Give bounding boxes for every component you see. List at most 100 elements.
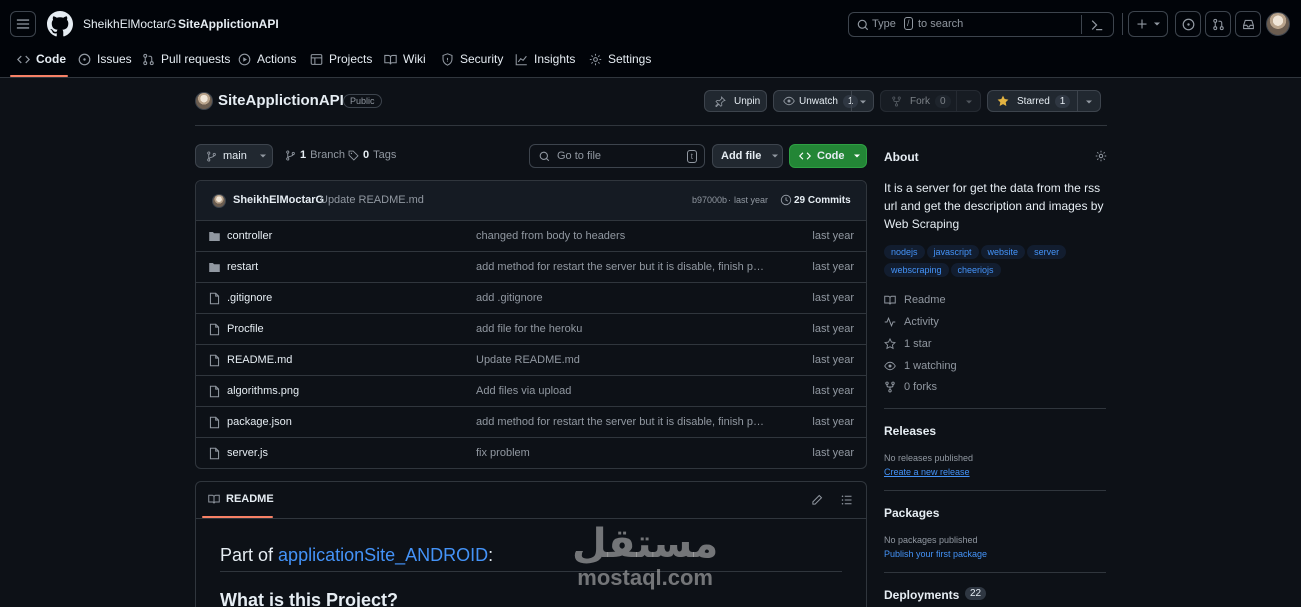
packages-title[interactable]: Packages bbox=[884, 506, 939, 520]
gear-icon[interactable] bbox=[1095, 150, 1107, 162]
go-to-file-input[interactable]: Go to file t bbox=[529, 144, 705, 168]
starred-button[interactable]: Starred 1 bbox=[987, 90, 1101, 112]
tab-wiki[interactable]: Wiki bbox=[384, 52, 426, 66]
releases-title[interactable]: Releases bbox=[884, 424, 936, 438]
file-commit-message[interactable]: changed from body to headers bbox=[476, 230, 766, 242]
forks-link[interactable]: 0 forks bbox=[884, 381, 937, 393]
branch-selector[interactable]: main bbox=[195, 144, 273, 168]
topic-tag[interactable]: javascript bbox=[926, 245, 979, 259]
file-commit-message[interactable]: fix problem bbox=[476, 447, 766, 459]
chevron-down-icon bbox=[966, 100, 972, 104]
activity-link[interactable]: Activity bbox=[884, 316, 939, 328]
file-row[interactable]: package.json add method for restart the s… bbox=[196, 407, 866, 438]
file-row[interactable]: algorithms.png Add files via upload last y… bbox=[196, 376, 866, 407]
tab-label: Insights bbox=[534, 52, 576, 66]
file-commit-date: last year bbox=[812, 230, 854, 242]
file-name[interactable]: .gitignore bbox=[227, 292, 272, 304]
activity-link-label: Activity bbox=[904, 316, 939, 328]
file-name[interactable]: Procfile bbox=[227, 323, 264, 335]
commit-hash[interactable]: b97000b bbox=[692, 195, 727, 205]
readme-panel: README Part of applicationSite_ANDROID: … bbox=[195, 481, 867, 607]
repo-title[interactable]: SiteApplictionAPI bbox=[218, 92, 344, 109]
topic-list: nodejs javascript website server webscraping… bbox=[884, 244, 1106, 280]
pull-requests-shortcut-button[interactable] bbox=[1205, 11, 1231, 37]
command-palette-icon[interactable] bbox=[1090, 18, 1104, 32]
unpin-button[interactable]: Unpin bbox=[704, 90, 767, 112]
deployments-count: 22 bbox=[965, 587, 987, 600]
tab-pull-requests[interactable]: Pull requests bbox=[142, 52, 230, 66]
header-divider bbox=[1122, 13, 1123, 35]
file-commit-message[interactable]: Add files via upload bbox=[476, 385, 766, 397]
pencil-icon[interactable] bbox=[811, 494, 823, 506]
topic-tag[interactable]: cheeriojs bbox=[950, 263, 1001, 277]
book-icon bbox=[208, 494, 220, 504]
file-row[interactable]: .gitignore add .gitignore last year bbox=[196, 283, 866, 314]
fork-button[interactable]: Fork 0 bbox=[880, 90, 981, 112]
search-input[interactable]: Type / to search bbox=[848, 12, 1114, 37]
about-description: It is a server for get the data from the… bbox=[884, 181, 1104, 231]
create-release-link[interactable]: Create a new release bbox=[884, 467, 970, 477]
file-name[interactable]: algorithms.png bbox=[227, 385, 299, 397]
issues-shortcut-button[interactable] bbox=[1175, 11, 1201, 37]
file-commit-message[interactable]: add .gitignore bbox=[476, 292, 766, 304]
file-name[interactable]: restart bbox=[227, 261, 258, 273]
commit-author[interactable]: SheikhElMoctarG bbox=[233, 194, 324, 206]
list-outline-icon[interactable] bbox=[841, 494, 853, 506]
code-button[interactable]: Code bbox=[789, 144, 867, 168]
file-row[interactable]: README.md Update README.md last year bbox=[196, 345, 866, 376]
readme-link[interactable]: Readme bbox=[884, 294, 946, 306]
menu-button[interactable] bbox=[10, 11, 36, 37]
inbox-button[interactable] bbox=[1235, 11, 1261, 37]
repo-link[interactable]: SiteApplictionAPI bbox=[178, 17, 279, 31]
watchers-link[interactable]: 1 watching bbox=[884, 360, 957, 372]
commit-message[interactable]: Update README.md bbox=[320, 194, 424, 206]
branches-link[interactable]: 1 Branch bbox=[285, 149, 345, 161]
stars-link[interactable]: 1 star bbox=[884, 338, 932, 350]
star-fill-icon bbox=[997, 95, 1009, 106]
tab-settings[interactable]: Settings bbox=[589, 52, 651, 66]
readme-heading-rule bbox=[220, 571, 842, 572]
commits-link[interactable]: 29 Commits bbox=[794, 195, 851, 206]
readme-heading-link[interactable]: applicationSite_ANDROID bbox=[278, 545, 488, 565]
file-name[interactable]: package.json bbox=[227, 416, 292, 428]
topic-tag[interactable]: webscraping bbox=[884, 263, 949, 277]
search-icon bbox=[857, 19, 869, 31]
file-row[interactable]: restart add method for restart the server… bbox=[196, 252, 866, 283]
fork-label: Fork bbox=[910, 95, 930, 107]
github-logo[interactable] bbox=[47, 11, 73, 37]
file-row[interactable]: server.js fix problem last year bbox=[196, 438, 866, 468]
file-row[interactable]: controller changed from body to headers la… bbox=[196, 221, 866, 252]
unwatch-button[interactable]: Unwatch 1 bbox=[773, 90, 874, 112]
file-commit-message[interactable]: Update README.md bbox=[476, 354, 766, 366]
tab-actions[interactable]: Actions bbox=[238, 52, 296, 66]
readme-tab[interactable]: README bbox=[208, 493, 274, 505]
topic-tag[interactable]: server bbox=[1027, 245, 1067, 259]
owner-link[interactable]: SheikhElMoctarG bbox=[83, 17, 176, 31]
add-file-button[interactable]: Add file bbox=[712, 144, 783, 168]
commit-author-avatar[interactable] bbox=[212, 194, 226, 208]
file-name[interactable]: controller bbox=[227, 230, 272, 242]
tags-link[interactable]: 0 Tags bbox=[348, 149, 396, 161]
tab-code[interactable]: Code bbox=[17, 52, 66, 66]
tab-security[interactable]: Security bbox=[441, 52, 503, 66]
topic-tag[interactable]: website bbox=[980, 245, 1026, 259]
publish-package-link[interactable]: Publish your first package bbox=[884, 549, 987, 559]
topic-tag[interactable]: nodejs bbox=[884, 245, 925, 259]
file-name[interactable]: README.md bbox=[227, 354, 292, 366]
file-commit-message[interactable]: add method for restart the server but it… bbox=[476, 261, 766, 273]
file-commit-message[interactable]: add method for restart the server but it… bbox=[476, 416, 766, 428]
add-file-label: Add file bbox=[721, 150, 762, 162]
chevron-down-icon bbox=[1153, 22, 1160, 26]
file-commit-message[interactable]: add file for the heroku bbox=[476, 323, 766, 335]
pulse-icon bbox=[884, 316, 896, 328]
user-avatar[interactable] bbox=[1266, 12, 1290, 36]
commit-separator: · bbox=[728, 195, 731, 205]
file-row[interactable]: Procfile add file for the heroku last year bbox=[196, 314, 866, 345]
create-new-button[interactable] bbox=[1128, 11, 1168, 37]
tab-issues[interactable]: Issues bbox=[78, 52, 132, 66]
file-commit-date: last year bbox=[812, 261, 854, 273]
file-name[interactable]: server.js bbox=[227, 447, 268, 459]
tab-insights[interactable]: Insights bbox=[515, 52, 575, 66]
tab-projects[interactable]: Projects bbox=[310, 52, 372, 66]
deployments-title[interactable]: Deployments bbox=[884, 588, 959, 602]
